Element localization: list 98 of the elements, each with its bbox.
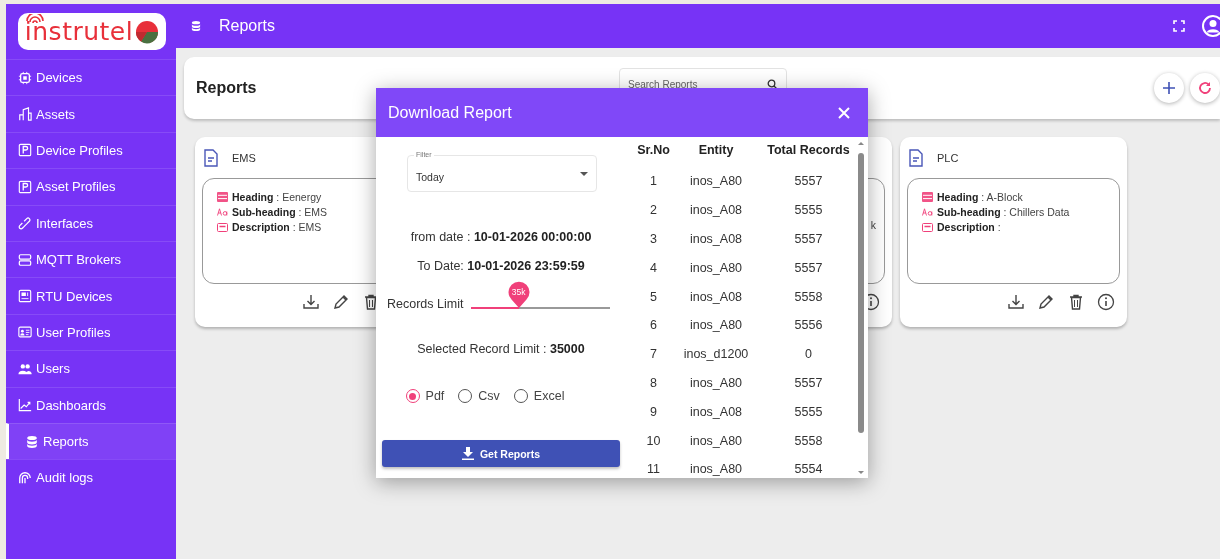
table-cell-text: 9 <box>649 403 658 421</box>
card-title: PLC <box>937 152 959 164</box>
download-icon[interactable] <box>1007 293 1025 311</box>
table-cell-text: 3 <box>649 231 658 248</box>
text-size-icon <box>217 208 228 216</box>
building-icon <box>18 107 32 122</box>
trash-icon[interactable] <box>1067 293 1085 311</box>
table-cell-text: 6 <box>649 317 658 335</box>
detail-text: Heading : A-Block <box>937 191 1023 203</box>
p-box-icon <box>18 179 32 194</box>
fingerprint-icon <box>18 471 32 485</box>
table-cell-text: 4 <box>649 259 658 277</box>
document-icon <box>909 149 923 167</box>
column-header: Entity <box>697 143 735 159</box>
fullscreen-icon[interactable] <box>1173 20 1185 32</box>
users-icon <box>18 361 32 376</box>
table-cell-text: 5555 <box>793 403 824 421</box>
detail-text: k <box>870 219 876 231</box>
table-cell-text: 5555 <box>793 202 824 220</box>
table-cell-text: 5554 <box>793 461 824 478</box>
scroll-down-icon[interactable] <box>857 470 865 475</box>
heading-icon <box>922 192 933 202</box>
database-icon <box>25 434 39 449</box>
p-box-icon <box>18 143 32 158</box>
card-title: EMS <box>232 152 256 164</box>
detail-text: Heading : Eenergy <box>232 191 322 203</box>
dialog-title: Download Report <box>388 103 513 122</box>
table-cell-text: 5557 <box>793 173 824 191</box>
page-title: Reports <box>219 17 276 35</box>
description-icon <box>217 222 228 232</box>
slider-label: Records Limit <box>387 297 464 311</box>
description-icon <box>922 222 933 232</box>
download-icon[interactable] <box>302 293 320 311</box>
table-cell-text: 7 <box>649 346 658 364</box>
heading-icon <box>217 192 228 202</box>
table-cell-text: 5557 <box>793 231 824 248</box>
text-size-icon <box>922 208 933 216</box>
table-cell-text: inos_A08 <box>688 288 744 306</box>
table-cell-text: 5 <box>649 288 658 306</box>
table-cell-text: 2 <box>649 202 658 220</box>
to-date-text: To Date: 10-01-2026 23:59:59 <box>417 259 585 273</box>
table-cell-text: 5558 <box>793 432 824 450</box>
chart-icon <box>18 398 32 413</box>
link-icon <box>18 216 32 231</box>
table-cell-text: 1 <box>649 173 658 191</box>
format-radio[interactable]: Pdf <box>405 389 445 403</box>
add-button[interactable] <box>1154 73 1184 103</box>
limit-text: Selected Record Limit : 35000 <box>417 342 585 356</box>
download-icon <box>461 447 474 460</box>
server-icon <box>18 252 32 267</box>
table-cell-text: 8 <box>649 374 658 392</box>
table-cell-text: 10 <box>645 432 662 450</box>
logo: instrutel <box>18 13 166 50</box>
table-cell-text: inos_A80 <box>688 432 744 450</box>
table-cell-text: inos_A80 <box>688 374 744 392</box>
refresh-button[interactable] <box>1190 73 1220 103</box>
table-cell-text: 5558 <box>793 288 824 306</box>
table-cell-text: 5556 <box>793 317 824 335</box>
account-icon[interactable] <box>1202 15 1220 37</box>
slider-thumb[interactable]: 35k <box>507 281 530 309</box>
table-cell-text: inos_A08 <box>688 231 744 248</box>
detail-text: Sub-heading : EMS <box>232 206 328 218</box>
table-cell-text: inos_A80 <box>688 461 744 478</box>
format-radio[interactable]: Excel <box>513 389 565 403</box>
pencil-icon[interactable] <box>332 293 350 311</box>
plus-icon <box>1162 81 1176 95</box>
sidebar-item[interactable]: Reports <box>6 422 176 460</box>
search-icon <box>767 79 777 89</box>
refresh-icon <box>1198 81 1212 95</box>
table-cell-text: inos_d1200 <box>682 346 750 364</box>
pencil-icon[interactable] <box>1037 293 1055 311</box>
table-cell-text: inos_A80 <box>688 173 744 191</box>
board-icon <box>18 289 32 304</box>
detail-text: Description : EMS <box>232 221 322 233</box>
database-icon <box>190 20 202 32</box>
table-cell-text: 11 <box>646 461 661 478</box>
get-reports-button[interactable]: Get Reports <box>382 440 620 467</box>
panel-title: Reports <box>196 79 258 97</box>
chip-icon <box>18 70 32 85</box>
detail-text: Description : <box>937 221 1001 233</box>
column-header: Total Records <box>766 143 851 159</box>
info-icon[interactable] <box>1097 293 1115 311</box>
document-icon <box>204 149 218 167</box>
table-cell-text: inos_A08 <box>688 202 744 220</box>
table-cell-text: inos_A08 <box>688 403 744 421</box>
table-cell-text: inos_A80 <box>688 317 744 335</box>
records-slider[interactable]: 35k <box>471 281 611 311</box>
format-radio[interactable]: Csv <box>458 389 500 403</box>
table-cell-text: 0 <box>804 346 813 364</box>
scroll-up-icon[interactable] <box>857 141 865 146</box>
table-cell-text: 5557 <box>793 259 824 277</box>
caret-icon <box>580 171 588 176</box>
table-cell-text: 5557 <box>793 374 824 392</box>
id-card-icon <box>18 325 32 340</box>
table-cell-text: inos_A80 <box>688 259 744 277</box>
column-header: Sr.No <box>636 143 671 159</box>
detail-text: Sub-heading : Chillers Data <box>937 206 1070 218</box>
from-date-text: from date : 10-01-2026 00:00:00 <box>410 230 592 244</box>
